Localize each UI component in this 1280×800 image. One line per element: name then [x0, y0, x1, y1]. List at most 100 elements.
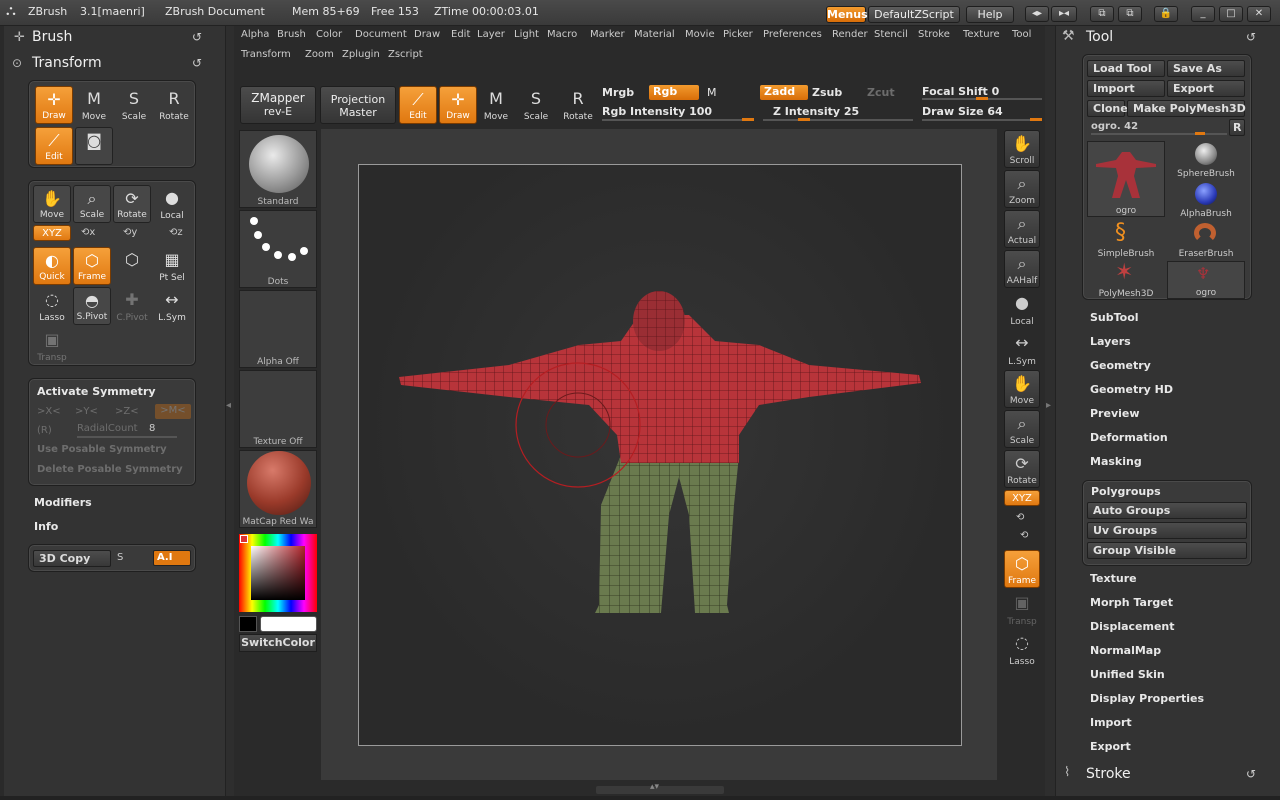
z-intensity-track[interactable] — [763, 119, 913, 121]
geometry-section[interactable]: Geometry — [1090, 359, 1151, 372]
rgb-intensity-knob[interactable] — [742, 118, 754, 121]
right-transp-button[interactable]: ▣ Transp — [1004, 590, 1040, 628]
menu-material[interactable]: Material — [634, 29, 675, 40]
sym-x-button[interactable]: >X< — [37, 406, 61, 417]
export-button[interactable]: Export — [1167, 80, 1245, 97]
export-section[interactable]: Export — [1090, 740, 1131, 753]
focal-shift-knob[interactable] — [976, 97, 988, 100]
draw-size-slider[interactable]: Draw Size 64 — [922, 105, 1003, 118]
collapse-arrow-icon[interactable]: ▸ — [1046, 400, 1051, 411]
load-tool-button[interactable]: Load Tool — [1087, 60, 1165, 77]
make-polymesh3d-button[interactable]: Make PolyMesh3D — [1127, 100, 1246, 117]
menu-marker[interactable]: Marker — [590, 29, 625, 40]
morph-target-section[interactable]: Morph Target — [1090, 596, 1173, 609]
right-local-button[interactable]: ● Local — [1004, 290, 1040, 328]
menu-zplugin[interactable]: Zplugin — [342, 49, 380, 60]
uv-groups-button[interactable]: Uv Groups — [1087, 522, 1247, 539]
snapshot-button[interactable]: ◙ — [75, 127, 113, 165]
tool-palette-title[interactable]: Tool — [1086, 29, 1113, 45]
m-button[interactable]: M — [707, 86, 717, 99]
cpivot-button[interactable]: ✚ C.Pivot — [113, 287, 151, 325]
shelf-draw-button[interactable]: ✛ Draw — [439, 86, 477, 124]
sym-y-button[interactable]: >Y< — [75, 406, 98, 417]
right-move-button[interactable]: ✋ Move — [1004, 370, 1040, 408]
menu-edit[interactable]: Edit — [451, 29, 470, 40]
menu-draw[interactable]: Draw — [414, 29, 440, 40]
restore-icon[interactable]: ⧉ — [1090, 6, 1114, 22]
cube-view-button[interactable]: ⬡ — [113, 247, 151, 285]
zmapper-button[interactable]: ZMapper rev-E — [240, 86, 316, 124]
layout-icon[interactable]: ⧉ — [1118, 6, 1142, 22]
shelf-scale-button[interactable]: S Scale — [517, 86, 555, 124]
layers-section[interactable]: Layers — [1090, 335, 1131, 348]
tool-r-button[interactable]: R — [1229, 119, 1245, 136]
tool-item-spherebrush[interactable]: SphereBrush — [1167, 141, 1245, 179]
menu-light[interactable]: Light — [514, 29, 539, 40]
menu-texture[interactable]: Texture — [963, 29, 1000, 40]
current-tool-slider[interactable]: ogro. 42 — [1091, 121, 1138, 132]
tool-item-ogro-large[interactable]: ogro — [1087, 141, 1165, 217]
refresh-icon[interactable]: ↺ — [192, 56, 202, 70]
close-icon[interactable]: ✕ — [1247, 6, 1271, 22]
geometry-hd-section[interactable]: Geometry HD — [1090, 383, 1173, 396]
maximize-icon[interactable]: □ — [1219, 6, 1243, 22]
menu-stencil[interactable]: Stencil — [874, 29, 908, 40]
right-scale-button[interactable]: ⌕ Scale — [1004, 410, 1040, 448]
sym-r-button[interactable]: (R) — [37, 425, 52, 436]
document-canvas[interactable] — [358, 164, 962, 746]
subtool-section[interactable]: SubTool — [1090, 311, 1139, 324]
lsym-button[interactable]: ↔ L.Sym — [153, 287, 191, 325]
y-rotate-icon[interactable]: ⟲ — [1016, 512, 1024, 523]
alpha-thumbnail[interactable]: Alpha Off — [239, 290, 317, 368]
canvas-scrollbar[interactable]: ▴▾ — [596, 782, 724, 794]
scale-button[interactable]: S Scale — [115, 86, 153, 124]
info-section[interactable]: Info — [34, 520, 58, 533]
3d-copy-button[interactable]: 3D Copy — [33, 550, 111, 567]
lasso-button[interactable]: ◌ Lasso — [33, 287, 71, 325]
transp-button[interactable]: ▣ Transp — [33, 327, 71, 365]
projection-master-button[interactable]: Projection Master — [320, 86, 396, 124]
xyz-button[interactable]: XYZ — [33, 225, 71, 241]
preview-section[interactable]: Preview — [1090, 407, 1140, 420]
color-picker-square[interactable] — [251, 546, 305, 600]
default-zscript-button[interactable]: DefaultZScript — [868, 6, 960, 23]
refresh-icon[interactable]: ↺ — [1246, 767, 1256, 781]
menus-button[interactable]: Menus — [826, 6, 868, 23]
move-button[interactable]: M Move — [75, 86, 113, 124]
tool-item-alphabrush[interactable]: AlphaBrush — [1167, 181, 1245, 219]
rgb-intensity-slider[interactable]: Rgb Intensity 100 — [602, 105, 712, 118]
stroke-palette-title[interactable]: Stroke — [1086, 766, 1131, 782]
save-as-button[interactable]: Save As — [1167, 60, 1245, 77]
shrink-icon[interactable]: ◂▸ — [1025, 6, 1049, 22]
z-rotate-icon[interactable]: ⟲ — [1020, 530, 1028, 541]
menu-picker[interactable]: Picker — [723, 29, 753, 40]
z-intensity-slider[interactable]: Z Intensity 25 — [773, 105, 859, 118]
tool-item-polymesh3d[interactable]: ✶ PolyMesh3D — [1087, 261, 1165, 300]
activate-symmetry-button[interactable]: Activate Symmetry — [37, 385, 156, 398]
unified-skin-section[interactable]: Unified Skin — [1090, 668, 1165, 681]
menu-render[interactable]: Render — [832, 29, 868, 40]
help-button[interactable]: Help — [966, 6, 1014, 23]
modifiers-section[interactable]: Modifiers — [34, 496, 92, 509]
use-posable-symmetry-button[interactable]: Use Posable Symmetry — [37, 444, 167, 455]
rotate-button[interactable]: R Rotate — [155, 86, 193, 124]
actual-button[interactable]: ⌕ Actual — [1004, 210, 1040, 248]
s-button[interactable]: S — [117, 552, 123, 563]
spivot-button[interactable]: ◓ S.Pivot — [73, 287, 111, 325]
group-visible-button[interactable]: Group Visible — [1087, 542, 1247, 559]
menu-alpha[interactable]: Alpha — [241, 29, 269, 40]
right-lasso-button[interactable]: ◌ Lasso — [1004, 630, 1040, 668]
stroke-thumbnail[interactable]: Dots — [239, 210, 317, 288]
refresh-icon[interactable]: ↺ — [192, 30, 202, 44]
tool-item-simplebrush[interactable]: § SimpleBrush — [1087, 221, 1165, 260]
y-rotate-icon[interactable]: ⟲y — [123, 227, 137, 238]
local-button[interactable]: ● Local — [153, 185, 191, 223]
material-thumbnail[interactable]: MatCap Red Wa — [239, 450, 317, 528]
menu-movie[interactable]: Movie — [685, 29, 715, 40]
auto-groups-button[interactable]: Auto Groups — [1087, 502, 1247, 519]
main-color-swatch[interactable] — [260, 616, 317, 632]
polygroups-section[interactable]: Polygroups — [1091, 485, 1161, 498]
pt-sel-button[interactable]: ▦ Pt Sel — [153, 247, 191, 285]
mrgb-button[interactable]: Mrgb — [602, 86, 634, 99]
minimize-icon[interactable]: _ — [1191, 6, 1215, 22]
